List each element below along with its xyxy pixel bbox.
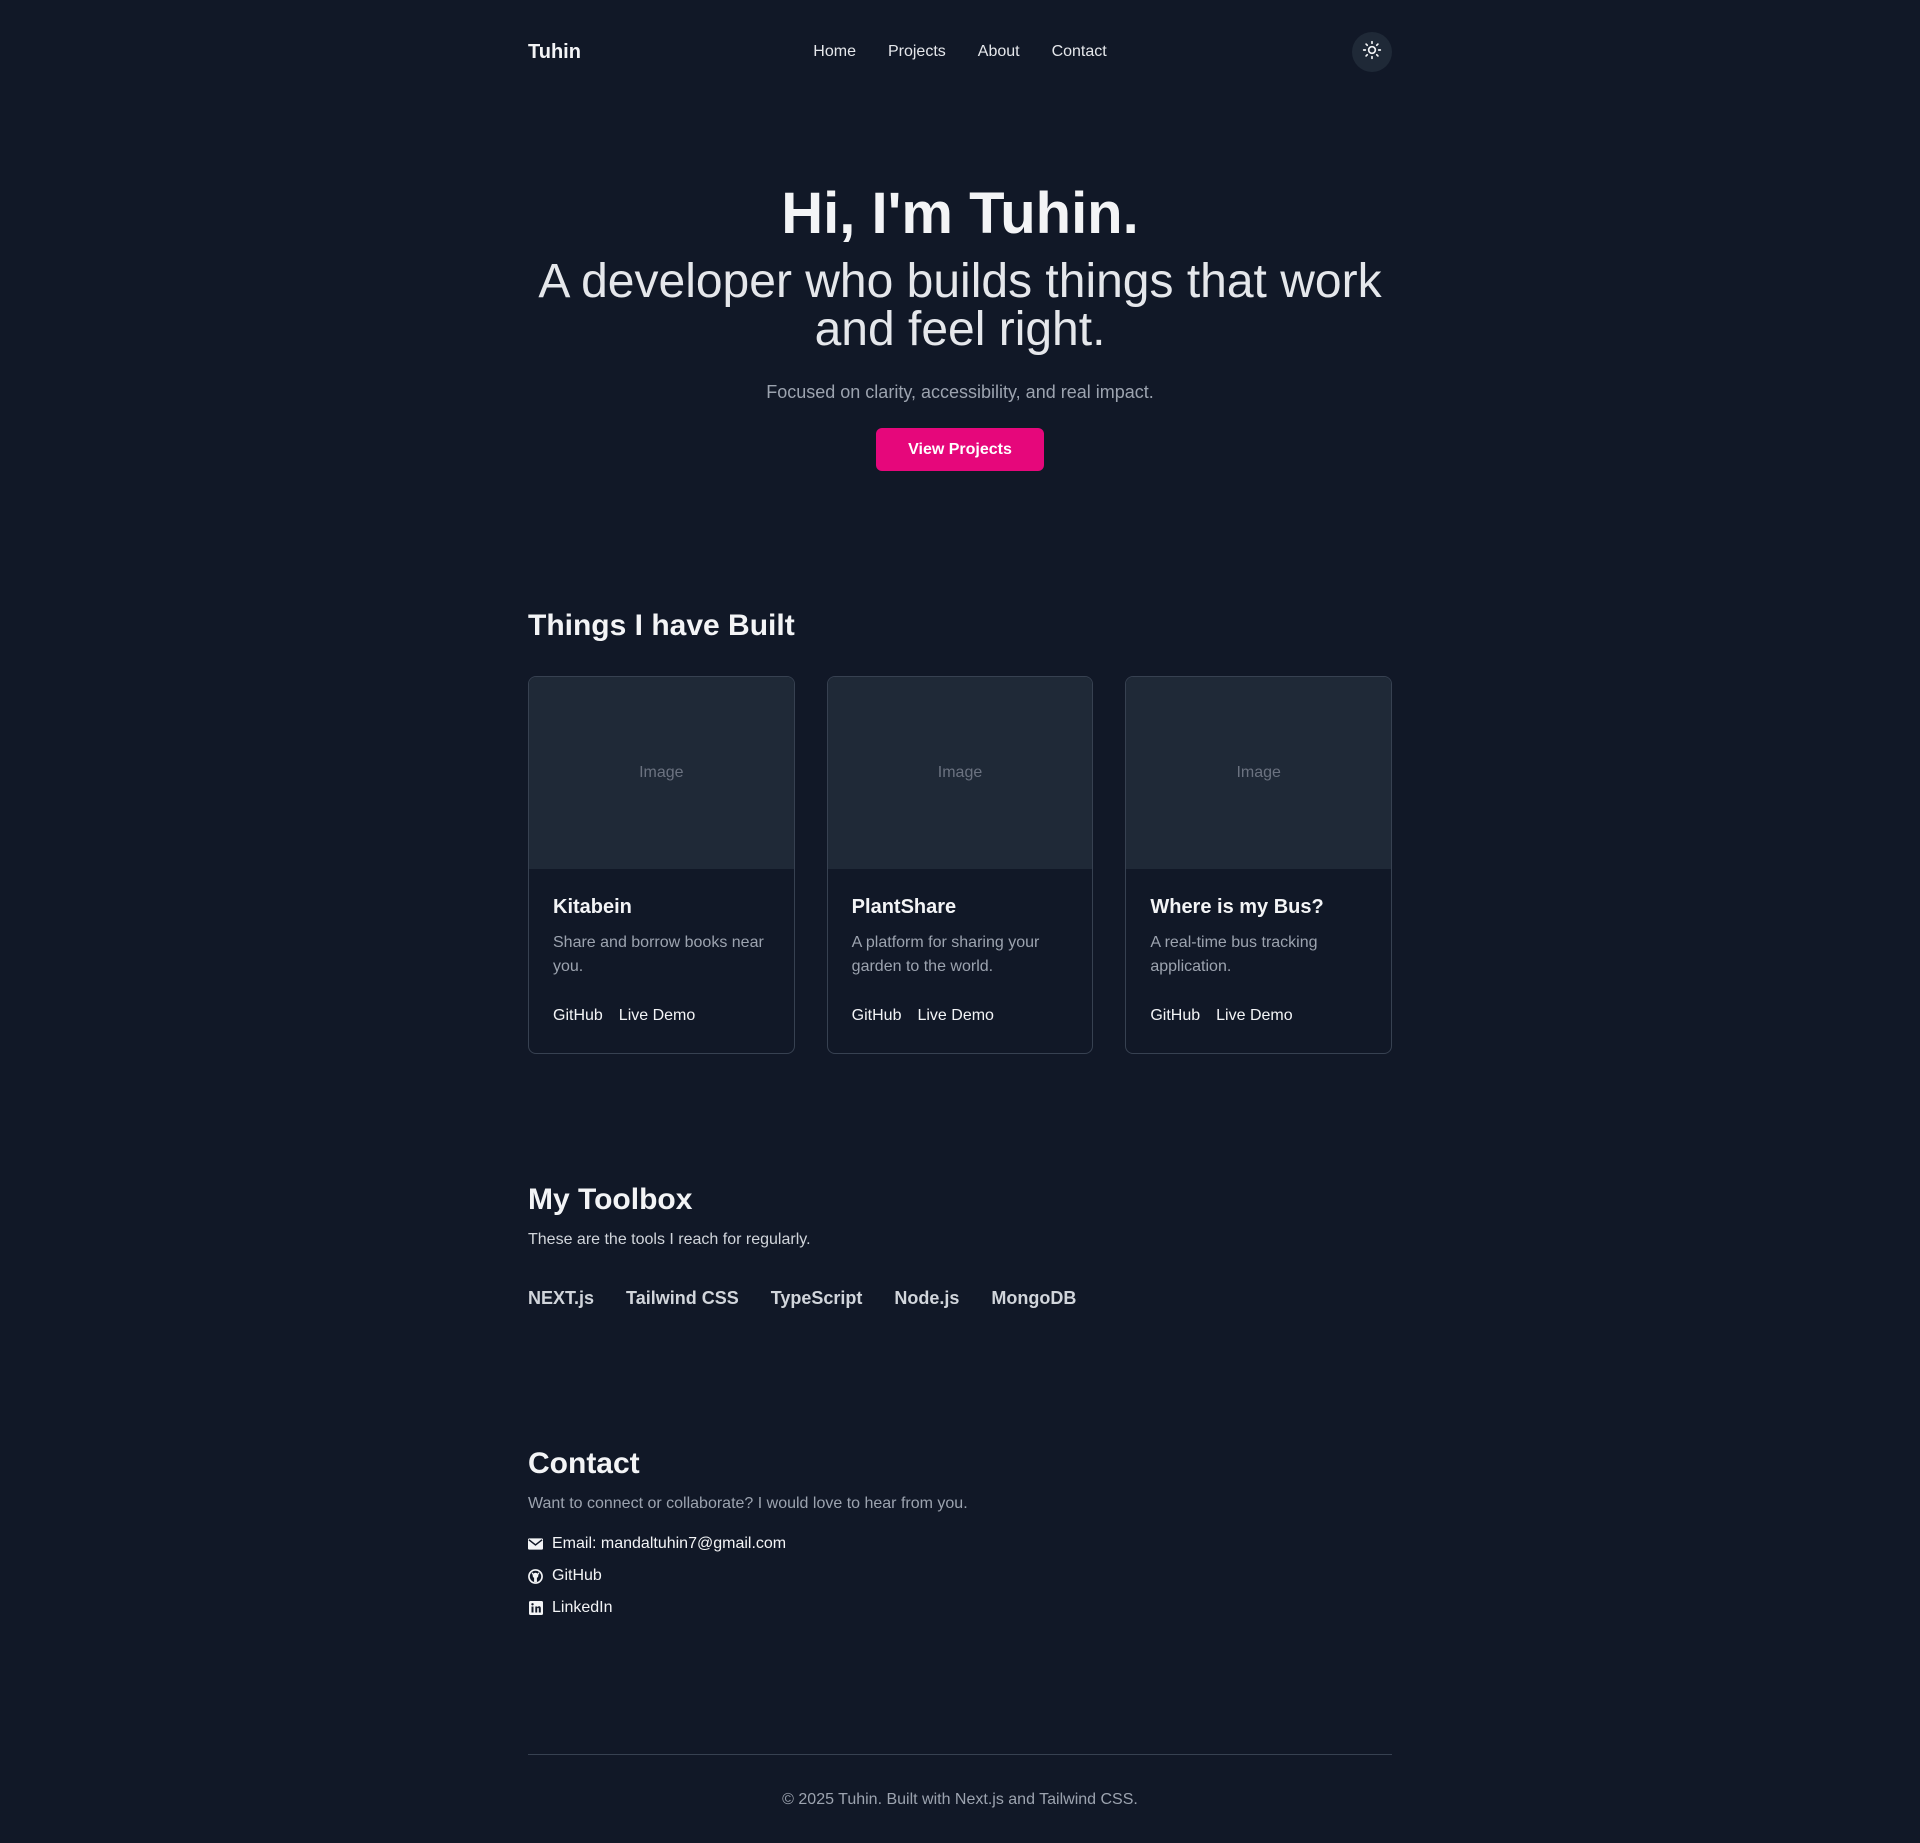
project-github-link[interactable]: GitHub <box>852 1007 902 1025</box>
contact-github-link[interactable]: GitHub <box>528 1564 1392 1588</box>
project-title: Where is my Bus? <box>1150 896 1324 918</box>
project-card: Image Kitabein Share and borrow books ne… <box>528 676 795 1054</box>
nav-link-projects[interactable]: Projects <box>888 43 946 61</box>
github-icon <box>528 1568 543 1584</box>
main-nav: Home Projects About Contact <box>813 43 1106 61</box>
tool-item: NEXT.js <box>528 1288 595 1308</box>
linkedin-icon <box>528 1601 543 1616</box>
tool-item: TypeScript <box>770 1288 863 1308</box>
project-description: A platform for sharing your garden to th… <box>851 934 1040 975</box>
projects-section: Things I have Built Image Kitabein Share… <box>528 608 1393 1054</box>
project-card: Image Where is my Bus? A real-time bus t… <box>1125 676 1393 1054</box>
project-image-placeholder: Image <box>827 677 1093 869</box>
projects-heading: Things I have Built <box>528 609 795 642</box>
contact-linkedin-label: LinkedIn <box>552 1599 613 1616</box>
tool-item: Tailwind CSS <box>626 1288 739 1308</box>
toolbox-section: My Toolbox These are the tools I reach f… <box>528 1182 1392 1309</box>
project-description: A real-time bus tracking application. <box>1150 934 1318 975</box>
project-title: PlantShare <box>851 896 957 918</box>
site-footer: © 2025 Tuhin. Built with Next.js and Tai… <box>528 1754 1392 1809</box>
contact-github-label: GitHub <box>552 1567 602 1584</box>
project-card-body: PlantShare A platform for sharing your g… <box>828 869 1093 1049</box>
toolbox-description: These are the tools I reach for regularl… <box>528 1231 811 1248</box>
contact-links: Email: mandaltuhin7@gmail.com GitHub Lin… <box>528 1532 1392 1620</box>
theme-toggle-wrapper <box>1272 32 1392 72</box>
project-card: Image PlantShare A platform for sharing … <box>826 676 1094 1054</box>
project-description: Share and borrow books near you. <box>553 934 764 975</box>
nav-link-about[interactable]: About <box>978 43 1020 61</box>
hero-section: Hi, I'm Tuhin. A developer who builds th… <box>528 176 1392 471</box>
project-card-body: Kitabein Share and borrow books near you… <box>529 869 794 1049</box>
project-live-demo-link[interactable]: Live Demo <box>1216 1007 1292 1025</box>
contact-heading: Contact <box>528 1447 640 1480</box>
footer-text: © 2025 Tuhin. Built with Next.js and Tai… <box>782 1791 1138 1808</box>
site-brand[interactable]: Tuhin <box>528 41 648 64</box>
contact-section: Contact Want to connect or collaborate? … <box>528 1446 1392 1628</box>
project-links: GitHub Live Demo <box>553 1007 770 1025</box>
contact-email-label: Email: mandaltuhin7@gmail.com <box>552 1535 787 1552</box>
project-cards: Image Kitabein Share and borrow books ne… <box>528 676 1393 1054</box>
project-image-placeholder: Image <box>1126 677 1392 869</box>
site-header: Tuhin Home Projects About Contact <box>528 0 1392 104</box>
nav-link-contact[interactable]: Contact <box>1052 43 1107 61</box>
theme-toggle-button[interactable] <box>1352 32 1392 72</box>
project-github-link[interactable]: GitHub <box>1150 1007 1200 1025</box>
project-links: GitHub Live Demo <box>1150 1007 1367 1025</box>
sun-icon <box>1362 40 1382 65</box>
project-title: Kitabein <box>553 896 632 918</box>
nav-link-home[interactable]: Home <box>813 43 856 61</box>
contact-email-link[interactable]: Email: mandaltuhin7@gmail.com <box>528 1532 1392 1556</box>
project-links: GitHub Live Demo <box>852 1007 1069 1025</box>
view-projects-button[interactable]: View Projects <box>876 428 1044 471</box>
contact-linkedin-link[interactable]: LinkedIn <box>528 1596 1392 1620</box>
toolbox-heading: My Toolbox <box>528 1183 693 1216</box>
hero-subtitle: A developer who builds things that work … <box>538 255 1382 356</box>
envelope-icon <box>528 1537 543 1552</box>
project-github-link[interactable]: GitHub <box>553 1007 603 1025</box>
contact-description: Want to connect or collaborate? I would … <box>528 1495 968 1512</box>
tool-item: Node.js <box>894 1288 960 1308</box>
project-image-placeholder: Image <box>529 677 794 869</box>
project-live-demo-link[interactable]: Live Demo <box>917 1007 993 1025</box>
hero-tagline: Focused on clarity, accessibility, and r… <box>766 382 1154 402</box>
project-live-demo-link[interactable]: Live Demo <box>619 1007 695 1025</box>
hero-title: Hi, I'm Tuhin. <box>781 181 1139 246</box>
project-card-body: Where is my Bus? A real-time bus trackin… <box>1126 869 1391 1049</box>
tool-list: NEXT.js Tailwind CSS TypeScript Node.js … <box>528 1288 1392 1309</box>
tool-item: MongoDB <box>991 1288 1077 1308</box>
